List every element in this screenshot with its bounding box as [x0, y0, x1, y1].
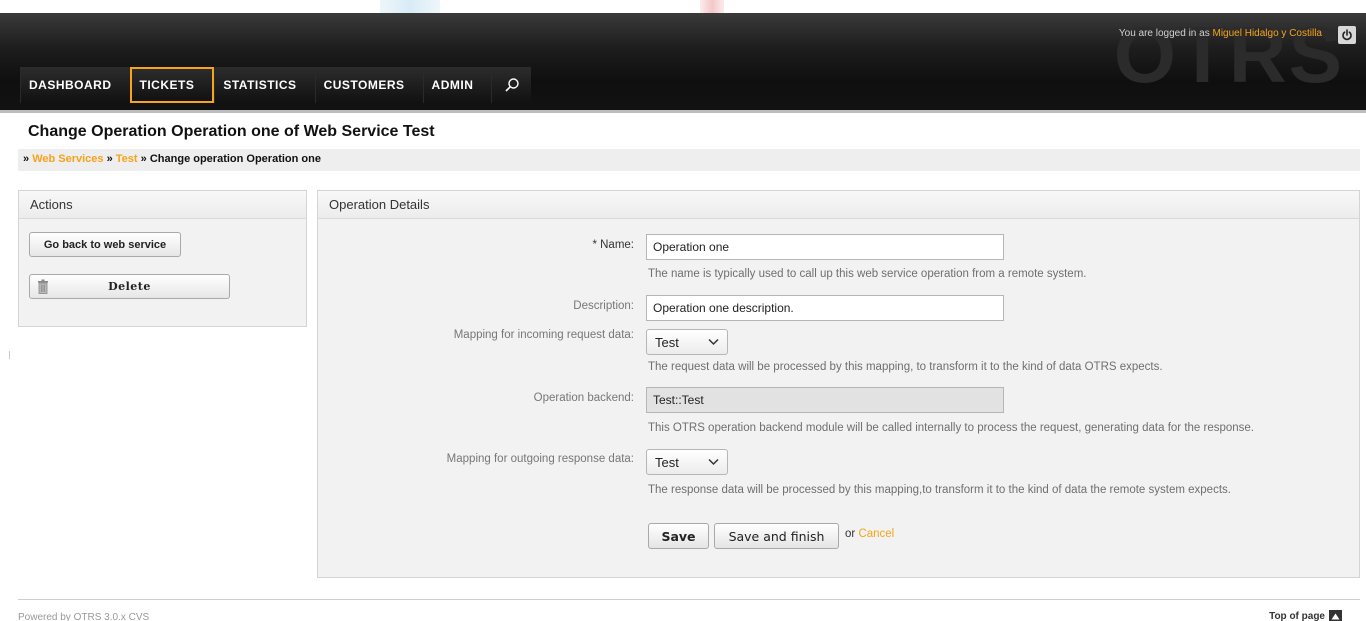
- outgoing-mapping-select[interactable]: Test: [646, 449, 728, 475]
- side-divider: [9, 351, 10, 359]
- otrs-logo: OTRS: [1113, 10, 1344, 99]
- outgoing-mapping-value: Test: [655, 454, 679, 470]
- header-decoration-blue: [380, 0, 440, 13]
- breadcrumb-web-services[interactable]: Web Services: [32, 153, 103, 165]
- backend-label: Operation backend:: [533, 392, 634, 404]
- top-of-page-label: Top of page: [1269, 611, 1325, 621]
- header: OTRS You are logged in as Miguel Hidalgo…: [0, 0, 1366, 113]
- nav-tickets[interactable]: TICKETS: [129, 67, 215, 103]
- nav-admin[interactable]: ADMIN: [422, 67, 492, 103]
- or-text: or: [845, 528, 856, 540]
- actions-heading: Actions: [19, 191, 306, 219]
- breadcrumb-sep: »: [23, 153, 30, 165]
- incoming-mapping-label: Mapping for incoming request data:: [453, 329, 634, 341]
- chevron-down-icon: [708, 338, 719, 346]
- backend-hint: This OTRS operation backend module will …: [648, 422, 1255, 434]
- details-heading: Operation Details: [318, 191, 1359, 219]
- nav-customers[interactable]: CUSTOMERS: [314, 67, 423, 103]
- go-back-button[interactable]: Go back to web service: [29, 232, 181, 257]
- top-of-page-link[interactable]: Top of page: [1269, 610, 1342, 621]
- user-name-link[interactable]: Miguel Hidalgo y Costilla: [1213, 28, 1323, 39]
- page-title: Change Operation Operation one of Web Se…: [28, 123, 435, 140]
- incoming-mapping-value: Test: [655, 334, 679, 350]
- breadcrumb: » Web Services » Test » Change operation…: [18, 149, 1360, 171]
- breadcrumb-sep: »: [106, 153, 113, 165]
- footer-divider: [18, 599, 1360, 600]
- chevron-down-icon: [708, 458, 719, 466]
- incoming-mapping-hint: The request data will be processed by th…: [648, 361, 1163, 373]
- description-input[interactable]: Operation one description.: [646, 295, 1004, 321]
- or-cancel: or Cancel: [845, 528, 894, 540]
- save-button[interactable]: Save: [648, 523, 709, 549]
- nav-statistics[interactable]: STATISTICS: [214, 67, 315, 103]
- outgoing-mapping-hint: The response data will be processed by t…: [648, 484, 1231, 496]
- login-info: You are logged in as Miguel Hidalgo y Co…: [1119, 28, 1322, 39]
- login-prefix: You are logged in as: [1118, 28, 1210, 39]
- nav-search[interactable]: [491, 67, 532, 103]
- description-label: Description:: [573, 300, 634, 312]
- breadcrumb-current: Change operation Operation one: [149, 153, 321, 165]
- header-divider: [0, 110, 1366, 113]
- outgoing-mapping-label: Mapping for outgoing response data:: [446, 453, 634, 465]
- arrow-up-icon: [1329, 610, 1342, 621]
- operation-details-panel: Operation Details * Name: Operation one …: [317, 190, 1360, 578]
- search-icon: [505, 78, 519, 92]
- footer-powered-by: Powered by OTRS 3.0.x CVS: [18, 612, 150, 621]
- header-decoration-red: [700, 0, 724, 13]
- delete-label: Delete: [108, 280, 151, 293]
- name-input[interactable]: Operation one: [646, 234, 1004, 260]
- power-icon: [1342, 29, 1352, 41]
- name-label: * Name:: [592, 239, 634, 251]
- save-and-finish-button[interactable]: Save and finish: [714, 523, 839, 549]
- breadcrumb-sep: »: [140, 153, 147, 165]
- breadcrumb-test[interactable]: Test: [116, 153, 138, 165]
- incoming-mapping-select[interactable]: Test: [646, 329, 728, 355]
- trash-icon: [38, 279, 48, 294]
- name-hint: The name is typically used to call up th…: [648, 268, 1087, 280]
- actions-panel: Actions Go back to web service Delete: [18, 190, 307, 327]
- cancel-link[interactable]: Cancel: [858, 528, 894, 540]
- main-nav: DASHBOARD TICKETS STATISTICS CUSTOMERS A…: [20, 67, 532, 103]
- delete-button[interactable]: Delete: [29, 274, 230, 299]
- logout-button[interactable]: [1338, 26, 1356, 44]
- nav-dashboard[interactable]: DASHBOARD: [20, 67, 130, 103]
- backend-input: Test::Test: [646, 387, 1004, 413]
